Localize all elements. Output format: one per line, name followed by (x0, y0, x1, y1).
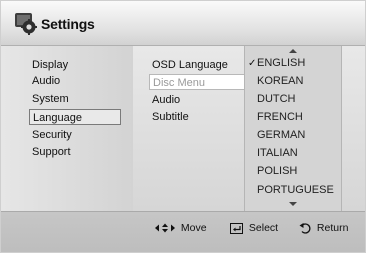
sidebar: Display Audio System Language Security S… (1, 46, 133, 211)
sidebar-item-display[interactable]: Display (32, 57, 68, 73)
footer-select-hint: Select (230, 221, 278, 235)
scroll-down-icon[interactable] (289, 202, 297, 206)
enter-key-icon (230, 222, 249, 234)
return-label: Return (316, 222, 349, 234)
header-bar: Settings (1, 1, 365, 46)
checkmark-icon: ✓ (248, 58, 257, 69)
sidebar-item-language[interactable]: Language (29, 109, 121, 125)
settings-gear-icon (14, 11, 38, 35)
dropdown-item-polish[interactable]: POLISH (257, 163, 297, 179)
page-title: Settings (41, 16, 95, 32)
option-audio[interactable]: Audio (152, 92, 180, 108)
footer-move-hint: Move (154, 221, 207, 235)
sidebar-item-support[interactable]: Support (32, 144, 71, 160)
move-label: Move (180, 222, 207, 234)
dropdown-item-english[interactable]: ✓ENGLISH (248, 55, 305, 71)
sidebar-item-audio[interactable]: Audio (32, 73, 60, 89)
dropdown-item-korean[interactable]: KOREAN (257, 73, 303, 89)
footer-return-hint: Return (298, 221, 348, 235)
dropdown-item-dutch[interactable]: DUTCH (257, 91, 296, 107)
footer-hint-bar: Move Select Return (1, 211, 365, 252)
sidebar-item-security[interactable]: Security (32, 127, 72, 143)
settings-window: Settings Display Audio System Language S… (0, 0, 366, 253)
option-osd-language[interactable]: OSD Language (152, 57, 228, 73)
return-arrow-icon (298, 222, 317, 234)
dropdown-item-german[interactable]: GERMAN (257, 127, 305, 143)
dropdown-item-portuguese[interactable]: PORTUGUESE (257, 182, 334, 198)
dropdown-item-italian[interactable]: ITALIAN (257, 145, 298, 161)
language-dropdown-list[interactable]: ✓ENGLISH KOREAN DUTCH FRENCH GERMAN ITAL… (244, 46, 342, 211)
select-label: Select (248, 222, 279, 234)
dropdown-item-french[interactable]: FRENCH (257, 109, 303, 125)
move-arrows-icon (154, 222, 181, 234)
option-disc-menu[interactable]: Disc Menu (149, 74, 245, 90)
scroll-up-icon[interactable] (289, 49, 297, 53)
option-subtitle[interactable]: Subtitle (152, 109, 189, 125)
sidebar-item-system[interactable]: System (32, 91, 69, 107)
